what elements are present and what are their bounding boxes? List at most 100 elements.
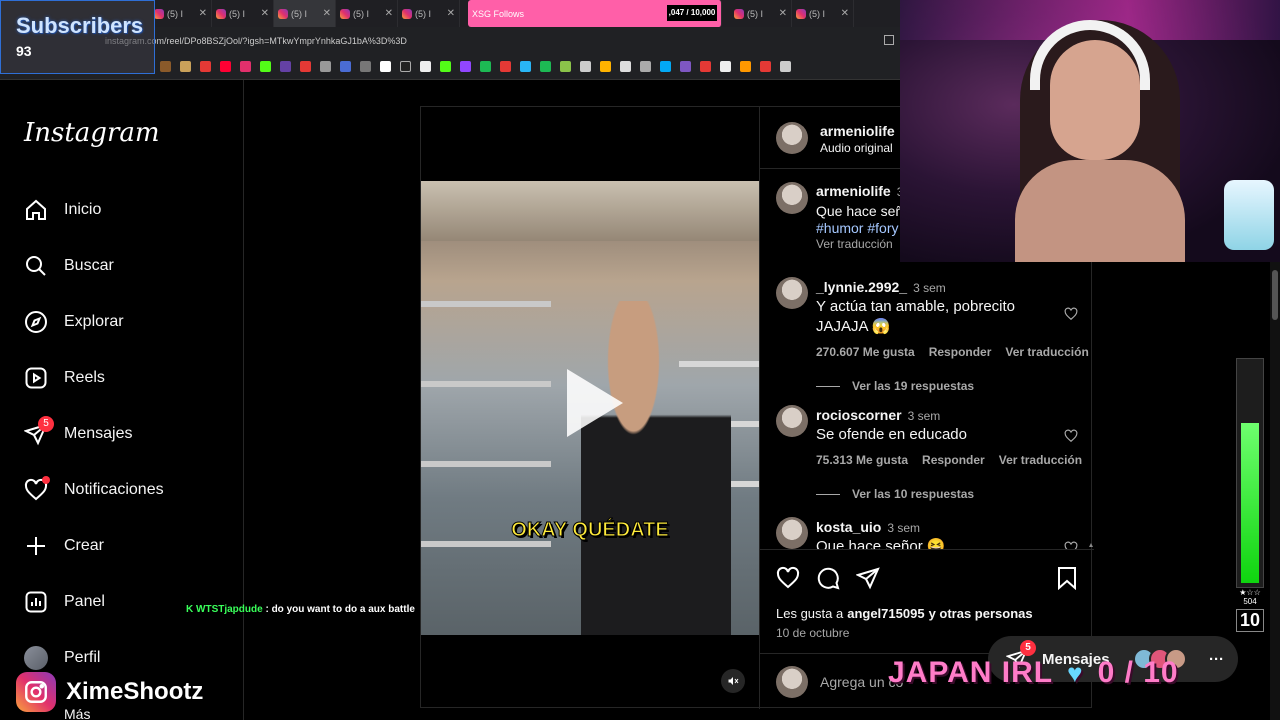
translate-button[interactable]: Ver traducción bbox=[1005, 345, 1088, 359]
like-icon[interactable] bbox=[776, 566, 800, 590]
nav-item-crear[interactable]: Crear bbox=[24, 530, 104, 562]
twitch-bookmark-icon[interactable] bbox=[460, 61, 471, 72]
bookmark-icon[interactable] bbox=[320, 61, 331, 72]
bookmark-icon[interactable] bbox=[300, 61, 311, 72]
caption-username[interactable]: armeniolife bbox=[816, 183, 891, 199]
like-comment-icon[interactable] bbox=[1064, 307, 1078, 321]
kick-bookmark-icon[interactable] bbox=[440, 61, 451, 72]
bookmark-icon[interactable] bbox=[200, 61, 211, 72]
close-tab-icon[interactable]: ✕ bbox=[385, 8, 393, 19]
commenter-avatar[interactable] bbox=[776, 517, 808, 549]
camera-icon[interactable] bbox=[884, 35, 894, 45]
nav-item-reels[interactable]: Reels bbox=[24, 362, 105, 394]
close-tab-icon[interactable]: ✕ bbox=[447, 8, 455, 19]
comment-likes[interactable]: 270.607 Me gusta bbox=[816, 345, 915, 359]
caption-hashtags[interactable]: #humor #fory bbox=[816, 220, 898, 236]
youtube-bookmark-icon[interactable] bbox=[220, 61, 231, 72]
author-avatar[interactable] bbox=[776, 122, 808, 154]
bookmark-icon[interactable] bbox=[520, 61, 531, 72]
browser-tab[interactable]: (5) I ✕ bbox=[150, 0, 212, 27]
mute-icon[interactable] bbox=[721, 669, 745, 693]
bookmark-icon[interactable] bbox=[340, 61, 351, 72]
bookmark-icon[interactable] bbox=[720, 61, 731, 72]
bookmark-icon[interactable] bbox=[360, 61, 371, 72]
screen-root: (5) I ✕ (5) I ✕ (5) I ✕ (5) I ✕ (5) I ✕ XSG F… bbox=[0, 0, 1280, 720]
bookmark-icon[interactable] bbox=[560, 61, 571, 72]
notification-dot bbox=[42, 476, 50, 484]
reply-button[interactable]: Responder bbox=[929, 345, 992, 359]
translate-button[interactable]: Ver traducción bbox=[999, 453, 1082, 467]
messages-icon: 5 bbox=[24, 416, 54, 446]
share-icon[interactable] bbox=[856, 566, 880, 590]
bookmark-icon[interactable] bbox=[160, 61, 171, 72]
caption-text: Que hace seño bbox=[816, 203, 911, 219]
liked-by-user[interactable]: angel715095 bbox=[847, 606, 924, 621]
browser-tab[interactable]: (5) I ✕ bbox=[212, 0, 274, 27]
tiktok-bookmark-icon[interactable] bbox=[400, 61, 411, 72]
x-bookmark-icon[interactable] bbox=[380, 61, 391, 72]
bookmark-icon[interactable] bbox=[580, 61, 591, 72]
view-replies-button[interactable]: Ver las 19 respuestas bbox=[816, 379, 974, 393]
browser-tab[interactable]: (5) I ✕ bbox=[792, 0, 854, 27]
comment-likes[interactable]: 75.313 Me gusta bbox=[816, 453, 908, 467]
close-tab-icon[interactable]: ✕ bbox=[261, 8, 269, 19]
browser-tab-active[interactable]: (5) I ✕ bbox=[274, 0, 336, 27]
commenter-avatar[interactable] bbox=[776, 405, 808, 437]
bookmark-icon[interactable] bbox=[420, 61, 431, 72]
bookmark-icon[interactable] bbox=[280, 61, 291, 72]
nav-item-mensajes[interactable]: 5 Mensajes bbox=[24, 416, 132, 450]
nav-item-mas[interactable]: Más bbox=[64, 706, 90, 720]
author-avatar[interactable] bbox=[776, 182, 808, 214]
commenter-avatar[interactable] bbox=[776, 277, 808, 309]
like-comment-icon[interactable] bbox=[1064, 541, 1078, 549]
nav-item-buscar[interactable]: Buscar bbox=[24, 250, 114, 282]
bookmark-icon[interactable] bbox=[740, 61, 751, 72]
nav-item-inicio[interactable]: Inicio bbox=[24, 194, 101, 226]
comment-icon[interactable] bbox=[816, 566, 840, 590]
browser-tab[interactable]: (5) I ✕ bbox=[730, 0, 792, 27]
author-username[interactable]: armeniolife bbox=[820, 123, 895, 139]
page-scrollbar[interactable] bbox=[1270, 262, 1280, 720]
caption-translate[interactable]: Ver traducción bbox=[816, 237, 893, 251]
instagram-logo[interactable]: Instagram bbox=[24, 118, 160, 148]
close-tab-icon[interactable]: ✕ bbox=[841, 8, 849, 19]
reel-video[interactable]: OKAY QUÉDATE bbox=[421, 181, 759, 635]
more-icon[interactable]: ··· bbox=[1209, 651, 1224, 668]
bookmark-icon[interactable] bbox=[780, 61, 791, 72]
bookmark-icon[interactable] bbox=[680, 61, 691, 72]
kick-bookmark-icon[interactable] bbox=[260, 61, 271, 72]
follow-goal-value: ,047 / 10,000 bbox=[667, 5, 717, 21]
bookmark-icon[interactable] bbox=[660, 61, 671, 72]
close-tab-icon[interactable]: ✕ bbox=[779, 8, 787, 19]
save-icon[interactable] bbox=[1056, 566, 1078, 590]
view-replies-button[interactable]: Ver las 10 respuestas bbox=[816, 487, 974, 501]
close-tab-icon[interactable]: ✕ bbox=[199, 8, 207, 19]
browser-tab[interactable]: (5) I ✕ bbox=[398, 0, 460, 27]
audio-label[interactable]: Audio original bbox=[820, 141, 893, 155]
bookmark-icon[interactable] bbox=[640, 61, 651, 72]
commenter-username[interactable]: kosta_uio bbox=[816, 519, 881, 535]
bookmark-icon[interactable] bbox=[540, 61, 551, 72]
bookmark-icon[interactable] bbox=[620, 61, 631, 72]
japan-irl-overlay: JAPAN IRL ♥ 0 / 10 bbox=[888, 656, 1179, 690]
instagram-bookmark-icon[interactable] bbox=[240, 61, 251, 72]
bookmark-icon[interactable] bbox=[180, 61, 191, 72]
commenter-username[interactable]: _lynnie.2992_ bbox=[816, 279, 907, 295]
reply-button[interactable]: Responder bbox=[922, 453, 985, 467]
like-comment-icon[interactable] bbox=[1064, 429, 1078, 443]
japan-text: JAPAN IRL bbox=[888, 656, 1054, 689]
browser-tab[interactable]: (5) I ✕ bbox=[336, 0, 398, 27]
nav-item-explorar[interactable]: Explorar bbox=[24, 306, 124, 338]
close-tab-icon[interactable]: ✕ bbox=[323, 8, 331, 19]
comment-item: _lynnie.2992_ 3 sem Y actúa tan amable, … bbox=[760, 269, 1090, 393]
nav-item-perfil[interactable]: Perfil bbox=[24, 642, 100, 674]
play-icon[interactable] bbox=[567, 369, 623, 437]
bookmark-icon[interactable] bbox=[600, 61, 611, 72]
nav-item-notificaciones[interactable]: Notificaciones bbox=[24, 474, 164, 506]
bookmark-icon[interactable] bbox=[500, 61, 511, 72]
spotify-bookmark-icon[interactable] bbox=[480, 61, 491, 72]
nav-item-panel[interactable]: Panel bbox=[24, 586, 105, 618]
bookmark-icon[interactable] bbox=[760, 61, 771, 72]
bookmark-icon[interactable] bbox=[700, 61, 711, 72]
commenter-username[interactable]: rocioscorner bbox=[816, 407, 902, 423]
